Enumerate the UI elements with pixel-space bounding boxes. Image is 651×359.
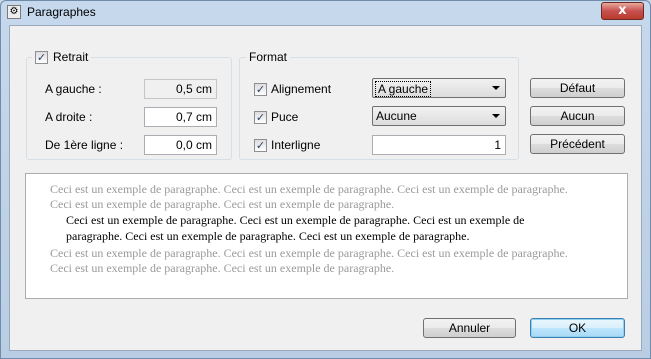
first-line-indent-field[interactable]: 0,0 cm (144, 135, 217, 155)
alignment-select[interactable]: A gauche (372, 78, 506, 98)
bullet-option[interactable]: ✓ Puce (254, 110, 298, 124)
retrait-caption: ✓ Retrait (32, 50, 92, 64)
alignment-value: A gauche (375, 81, 432, 97)
preview-current-line: Ceci est un exemple de paragraphe. Ceci … (66, 213, 525, 227)
preview-before-line: Ceci est un exemple de paragraphe. Ceci … (50, 197, 395, 211)
retrait-checkbox[interactable]: ✓ (35, 50, 48, 64)
preview-current-line: paragraphe. Ceci est un exemple de parag… (66, 229, 470, 243)
alignment-option[interactable]: ✓ Alignement (254, 82, 331, 96)
bullet-select[interactable]: Aucune (372, 106, 506, 126)
alignment-checkbox[interactable]: ✓ (254, 82, 267, 96)
preview-after-line: Ceci est un exemple de paragraphe. Ceci … (50, 261, 395, 275)
dialog-body: ✓ Retrait A gauche : 0,5 cm A droite : 0… (9, 25, 642, 351)
bullet-label: Puce (271, 110, 299, 124)
dialog-window: ⚙ Paragraphes x ✓ Retrait A gauche : 0,5… (0, 0, 651, 359)
window-title: Paragraphes (27, 5, 96, 19)
right-indent-label: A droite : (45, 110, 93, 124)
alignment-label: Alignement (271, 82, 332, 96)
none-button[interactable]: Aucun (530, 106, 625, 126)
default-button[interactable]: Défaut (530, 78, 625, 98)
previous-button[interactable]: Précédent (530, 134, 625, 154)
close-button[interactable]: x (601, 2, 644, 20)
format-group: Format ✓ Alignement A gauche ✓ Puce Aucu… (239, 50, 519, 160)
first-line-indent-label: De 1ère ligne : (45, 138, 124, 152)
retrait-group: ✓ Retrait A gauche : 0,5 cm A droite : 0… (26, 50, 232, 160)
retrait-label: Retrait (53, 50, 89, 64)
title-bar[interactable]: ⚙ Paragraphes x (1, 1, 650, 25)
format-caption: Format (246, 50, 291, 64)
bullet-checkbox[interactable]: ✓ (254, 110, 267, 124)
preview-after-line: Ceci est un exemple de paragraphe. Ceci … (50, 246, 568, 260)
chevron-down-icon (492, 86, 500, 90)
ok-button[interactable]: OK (530, 318, 625, 338)
line-spacing-checkbox[interactable]: ✓ (254, 138, 267, 152)
right-indent-field[interactable]: 0,7 cm (144, 107, 217, 127)
line-spacing-label: Interligne (271, 138, 321, 152)
format-label: Format (249, 50, 288, 64)
preview-before-line: Ceci est un exemple de paragraphe. Ceci … (50, 182, 568, 196)
line-spacing-option[interactable]: ✓ Interligne (254, 138, 320, 152)
left-indent-label: A gauche : (45, 82, 102, 96)
chevron-down-icon (492, 114, 500, 118)
cancel-button[interactable]: Annuler (423, 318, 516, 338)
line-spacing-field[interactable]: 1 (372, 135, 506, 155)
bullet-value: Aucune (376, 109, 417, 123)
settings-icon: ⚙ (7, 5, 21, 19)
paragraph-preview: Ceci est un exemple de paragraphe. Ceci … (25, 173, 628, 299)
left-indent-field[interactable]: 0,5 cm (144, 79, 217, 99)
